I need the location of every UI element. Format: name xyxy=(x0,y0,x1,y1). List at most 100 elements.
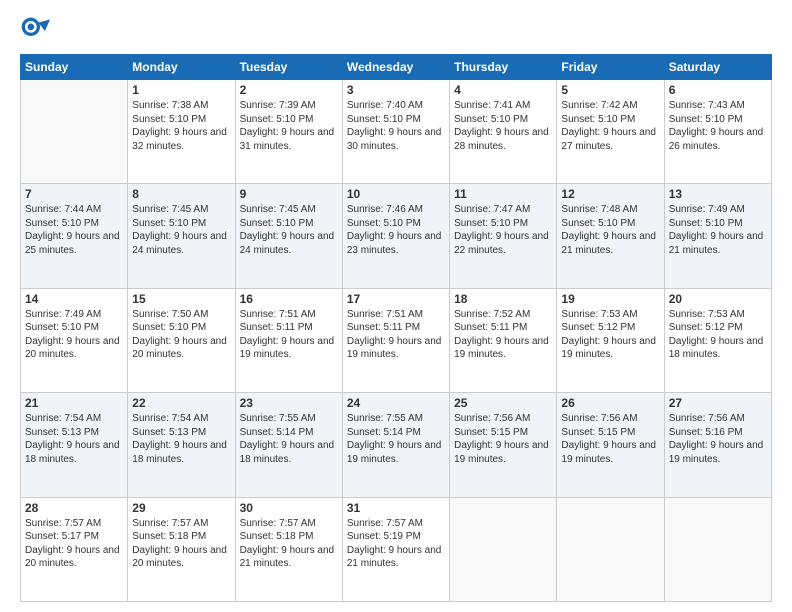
calendar-cell: 6Sunrise: 7:43 AMSunset: 5:10 PMDaylight… xyxy=(664,80,771,184)
page: SundayMondayTuesdayWednesdayThursdayFrid… xyxy=(0,0,792,612)
day-info: Sunrise: 7:45 AMSunset: 5:10 PMDaylight:… xyxy=(132,203,230,257)
day-info: Sunrise: 7:56 AMSunset: 5:15 PMDaylight:… xyxy=(561,412,659,466)
calendar-cell: 20 Sunrise: 7:53 AMSunset: 5:12 PMDayligh… xyxy=(664,288,771,392)
calendar-cell: 4Sunrise: 7:41 AMSunset: 5:10 PMDaylight… xyxy=(450,80,557,184)
day-info: Sunrise: 7:54 AMSunset: 5:13 PMDaylight:… xyxy=(132,412,230,466)
header-friday: Friday xyxy=(557,55,664,80)
day-number: 27 xyxy=(669,396,767,410)
header-monday: Monday xyxy=(128,55,235,80)
day-number: 8 xyxy=(132,187,230,201)
day-number: 12 xyxy=(561,187,659,201)
day-number: 22 xyxy=(132,396,230,410)
day-number: 1 xyxy=(132,83,230,97)
calendar-cell: 17 Sunrise: 7:51 AMSunset: 5:11 PMDayligh… xyxy=(342,288,449,392)
calendar-cell: 15 Sunrise: 7:50 AMSunset: 5:10 PMDayligh… xyxy=(128,288,235,392)
day-info: Sunrise: 7:52 AMSunset: 5:11 PMDaylight:… xyxy=(454,308,552,362)
calendar-cell: 11 Sunrise: 7:47 AMSunset: 5:10 PMDayligh… xyxy=(450,184,557,288)
calendar-header-row: SundayMondayTuesdayWednesdayThursdayFrid… xyxy=(21,55,772,80)
header-tuesday: Tuesday xyxy=(235,55,342,80)
calendar-cell: 29 Sunrise: 7:57 AMSunset: 5:18 PMDayligh… xyxy=(128,497,235,601)
day-info: Sunrise: 7:39 AMSunset: 5:10 PMDaylight:… xyxy=(240,99,338,153)
day-number: 25 xyxy=(454,396,552,410)
calendar-cell: 1 Sunrise: 7:38 AMSunset: 5:10 PMDaylight… xyxy=(128,80,235,184)
day-info: Sunrise: 7:57 AMSunset: 5:19 PMDaylight:… xyxy=(347,517,445,571)
day-number: 16 xyxy=(240,292,338,306)
calendar-cell: 28 Sunrise: 7:57 AMSunset: 5:17 PMDayligh… xyxy=(21,497,128,601)
day-info: Sunrise: 7:43 AMSunset: 5:10 PMDaylight:… xyxy=(669,99,767,153)
day-number: 28 xyxy=(25,501,123,515)
day-info: Sunrise: 7:45 AMSunset: 5:10 PMDaylight:… xyxy=(240,203,338,257)
day-info: Sunrise: 7:55 AMSunset: 5:14 PMDaylight:… xyxy=(240,412,338,466)
calendar-cell xyxy=(450,497,557,601)
calendar-cell: 22 Sunrise: 7:54 AMSunset: 5:13 PMDayligh… xyxy=(128,393,235,497)
day-info: Sunrise: 7:51 AMSunset: 5:11 PMDaylight:… xyxy=(240,308,338,362)
day-number: 18 xyxy=(454,292,552,306)
calendar-week-row: 28 Sunrise: 7:57 AMSunset: 5:17 PMDayligh… xyxy=(21,497,772,601)
day-info: Sunrise: 7:44 AMSunset: 5:10 PMDaylight:… xyxy=(25,203,123,257)
calendar-cell: 10Sunrise: 7:46 AMSunset: 5:10 PMDayligh… xyxy=(342,184,449,288)
calendar-cell xyxy=(557,497,664,601)
day-info: Sunrise: 7:49 AMSunset: 5:10 PMDaylight:… xyxy=(25,308,123,362)
day-number: 5 xyxy=(561,83,659,97)
day-info: Sunrise: 7:50 AMSunset: 5:10 PMDaylight:… xyxy=(132,308,230,362)
day-info: Sunrise: 7:56 AMSunset: 5:16 PMDaylight:… xyxy=(669,412,767,466)
day-info: Sunrise: 7:51 AMSunset: 5:11 PMDaylight:… xyxy=(347,308,445,362)
day-number: 3 xyxy=(347,83,445,97)
day-number: 19 xyxy=(561,292,659,306)
day-info: Sunrise: 7:53 AMSunset: 5:12 PMDaylight:… xyxy=(669,308,767,362)
calendar-week-row: 7 Sunrise: 7:44 AMSunset: 5:10 PMDaylight… xyxy=(21,184,772,288)
day-number: 15 xyxy=(132,292,230,306)
day-number: 10 xyxy=(347,187,445,201)
day-number: 26 xyxy=(561,396,659,410)
day-info: Sunrise: 7:55 AMSunset: 5:14 PMDaylight:… xyxy=(347,412,445,466)
day-info: Sunrise: 7:53 AMSunset: 5:12 PMDaylight:… xyxy=(561,308,659,362)
day-number: 11 xyxy=(454,187,552,201)
calendar-cell: 19 Sunrise: 7:53 AMSunset: 5:12 PMDayligh… xyxy=(557,288,664,392)
calendar-cell: 30 Sunrise: 7:57 AMSunset: 5:18 PMDayligh… xyxy=(235,497,342,601)
day-number: 31 xyxy=(347,501,445,515)
calendar-cell: 12 Sunrise: 7:48 AMSunset: 5:10 PMDayligh… xyxy=(557,184,664,288)
day-info: Sunrise: 7:57 AMSunset: 5:18 PMDaylight:… xyxy=(132,517,230,571)
calendar-cell: 24Sunrise: 7:55 AMSunset: 5:14 PMDayligh… xyxy=(342,393,449,497)
calendar-cell: 5 Sunrise: 7:42 AMSunset: 5:10 PMDaylight… xyxy=(557,80,664,184)
day-info: Sunrise: 7:42 AMSunset: 5:10 PMDaylight:… xyxy=(561,99,659,153)
header-wednesday: Wednesday xyxy=(342,55,449,80)
day-number: 14 xyxy=(25,292,123,306)
header-saturday: Saturday xyxy=(664,55,771,80)
day-number: 20 xyxy=(669,292,767,306)
day-info: Sunrise: 7:38 AMSunset: 5:10 PMDaylight:… xyxy=(132,99,230,153)
header xyxy=(20,16,772,46)
day-number: 29 xyxy=(132,501,230,515)
calendar-cell: 9Sunrise: 7:45 AMSunset: 5:10 PMDaylight… xyxy=(235,184,342,288)
calendar-week-row: 21 Sunrise: 7:54 AMSunset: 5:13 PMDayligh… xyxy=(21,393,772,497)
calendar-cell: 23Sunrise: 7:55 AMSunset: 5:14 PMDayligh… xyxy=(235,393,342,497)
header-thursday: Thursday xyxy=(450,55,557,80)
day-number: 2 xyxy=(240,83,338,97)
calendar-table: SundayMondayTuesdayWednesdayThursdayFrid… xyxy=(20,54,772,602)
logo xyxy=(20,16,56,46)
calendar-cell: 13Sunrise: 7:49 AMSunset: 5:10 PMDayligh… xyxy=(664,184,771,288)
calendar-cell xyxy=(21,80,128,184)
day-info: Sunrise: 7:57 AMSunset: 5:18 PMDaylight:… xyxy=(240,517,338,571)
day-number: 30 xyxy=(240,501,338,515)
day-info: Sunrise: 7:40 AMSunset: 5:10 PMDaylight:… xyxy=(347,99,445,153)
calendar-cell xyxy=(664,497,771,601)
day-number: 21 xyxy=(25,396,123,410)
calendar-week-row: 14 Sunrise: 7:49 AMSunset: 5:10 PMDayligh… xyxy=(21,288,772,392)
calendar-cell: 25 Sunrise: 7:56 AMSunset: 5:15 PMDayligh… xyxy=(450,393,557,497)
calendar-cell: 8 Sunrise: 7:45 AMSunset: 5:10 PMDaylight… xyxy=(128,184,235,288)
day-info: Sunrise: 7:56 AMSunset: 5:15 PMDaylight:… xyxy=(454,412,552,466)
calendar-cell: 2 Sunrise: 7:39 AMSunset: 5:10 PMDaylight… xyxy=(235,80,342,184)
day-info: Sunrise: 7:47 AMSunset: 5:10 PMDaylight:… xyxy=(454,203,552,257)
day-info: Sunrise: 7:57 AMSunset: 5:17 PMDaylight:… xyxy=(25,517,123,571)
calendar-cell: 3 Sunrise: 7:40 AMSunset: 5:10 PMDaylight… xyxy=(342,80,449,184)
header-sunday: Sunday xyxy=(21,55,128,80)
calendar-cell: 18 Sunrise: 7:52 AMSunset: 5:11 PMDayligh… xyxy=(450,288,557,392)
day-number: 7 xyxy=(25,187,123,201)
day-info: Sunrise: 7:54 AMSunset: 5:13 PMDaylight:… xyxy=(25,412,123,466)
calendar-cell: 31 Sunrise: 7:57 AMSunset: 5:19 PMDayligh… xyxy=(342,497,449,601)
day-number: 4 xyxy=(454,83,552,97)
calendar-cell: 21 Sunrise: 7:54 AMSunset: 5:13 PMDayligh… xyxy=(21,393,128,497)
day-number: 17 xyxy=(347,292,445,306)
day-info: Sunrise: 7:48 AMSunset: 5:10 PMDaylight:… xyxy=(561,203,659,257)
